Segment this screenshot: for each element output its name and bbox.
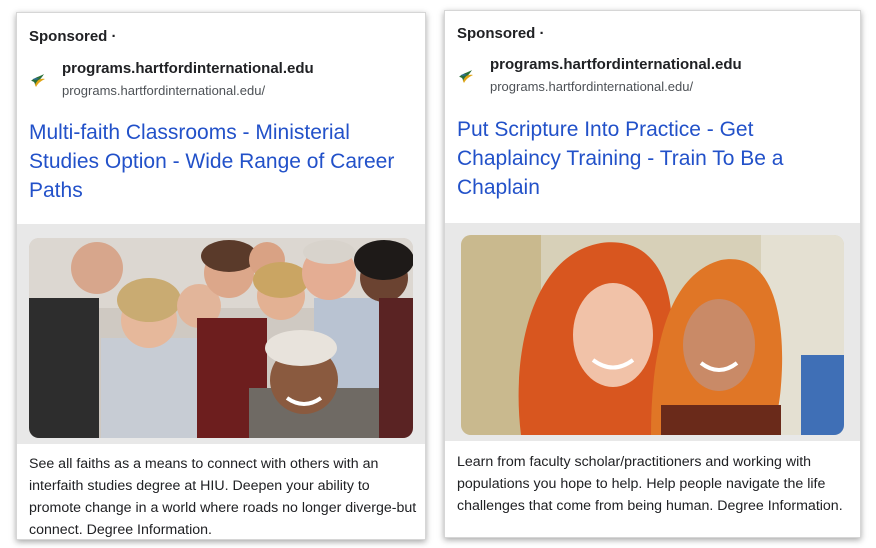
sponsored-label: Sponsored · xyxy=(29,28,117,45)
display-url[interactable]: programs.hartfordinternational.edu/ xyxy=(490,79,693,94)
ad-description: Learn from faculty scholar/practitioners… xyxy=(457,454,843,514)
site-favicon-icon xyxy=(29,71,47,89)
site-favicon-icon xyxy=(457,67,475,85)
sponsored-label: Sponsored · xyxy=(457,25,545,42)
ad-headline-link[interactable]: Multi-faith Classrooms - Ministerial Stu… xyxy=(29,118,399,205)
two-women-photo-image[interactable] xyxy=(461,235,844,435)
ad-card-2[interactable]: Sponsored · programs.hartfordinternation… xyxy=(444,10,861,538)
ad-card-1[interactable]: Sponsored · programs.hartfordinternation… xyxy=(16,12,426,540)
group-photo-image[interactable] xyxy=(29,238,413,438)
ad-description: See all faiths as a means to connect wit… xyxy=(29,456,417,538)
advertiser-domain[interactable]: programs.hartfordinternational.edu xyxy=(490,56,742,73)
display-url[interactable]: programs.hartfordinternational.edu/ xyxy=(62,83,265,98)
ad-headline-link[interactable]: Put Scripture Into Practice - Get Chapla… xyxy=(457,115,817,202)
advertiser-domain[interactable]: programs.hartfordinternational.edu xyxy=(62,60,314,77)
